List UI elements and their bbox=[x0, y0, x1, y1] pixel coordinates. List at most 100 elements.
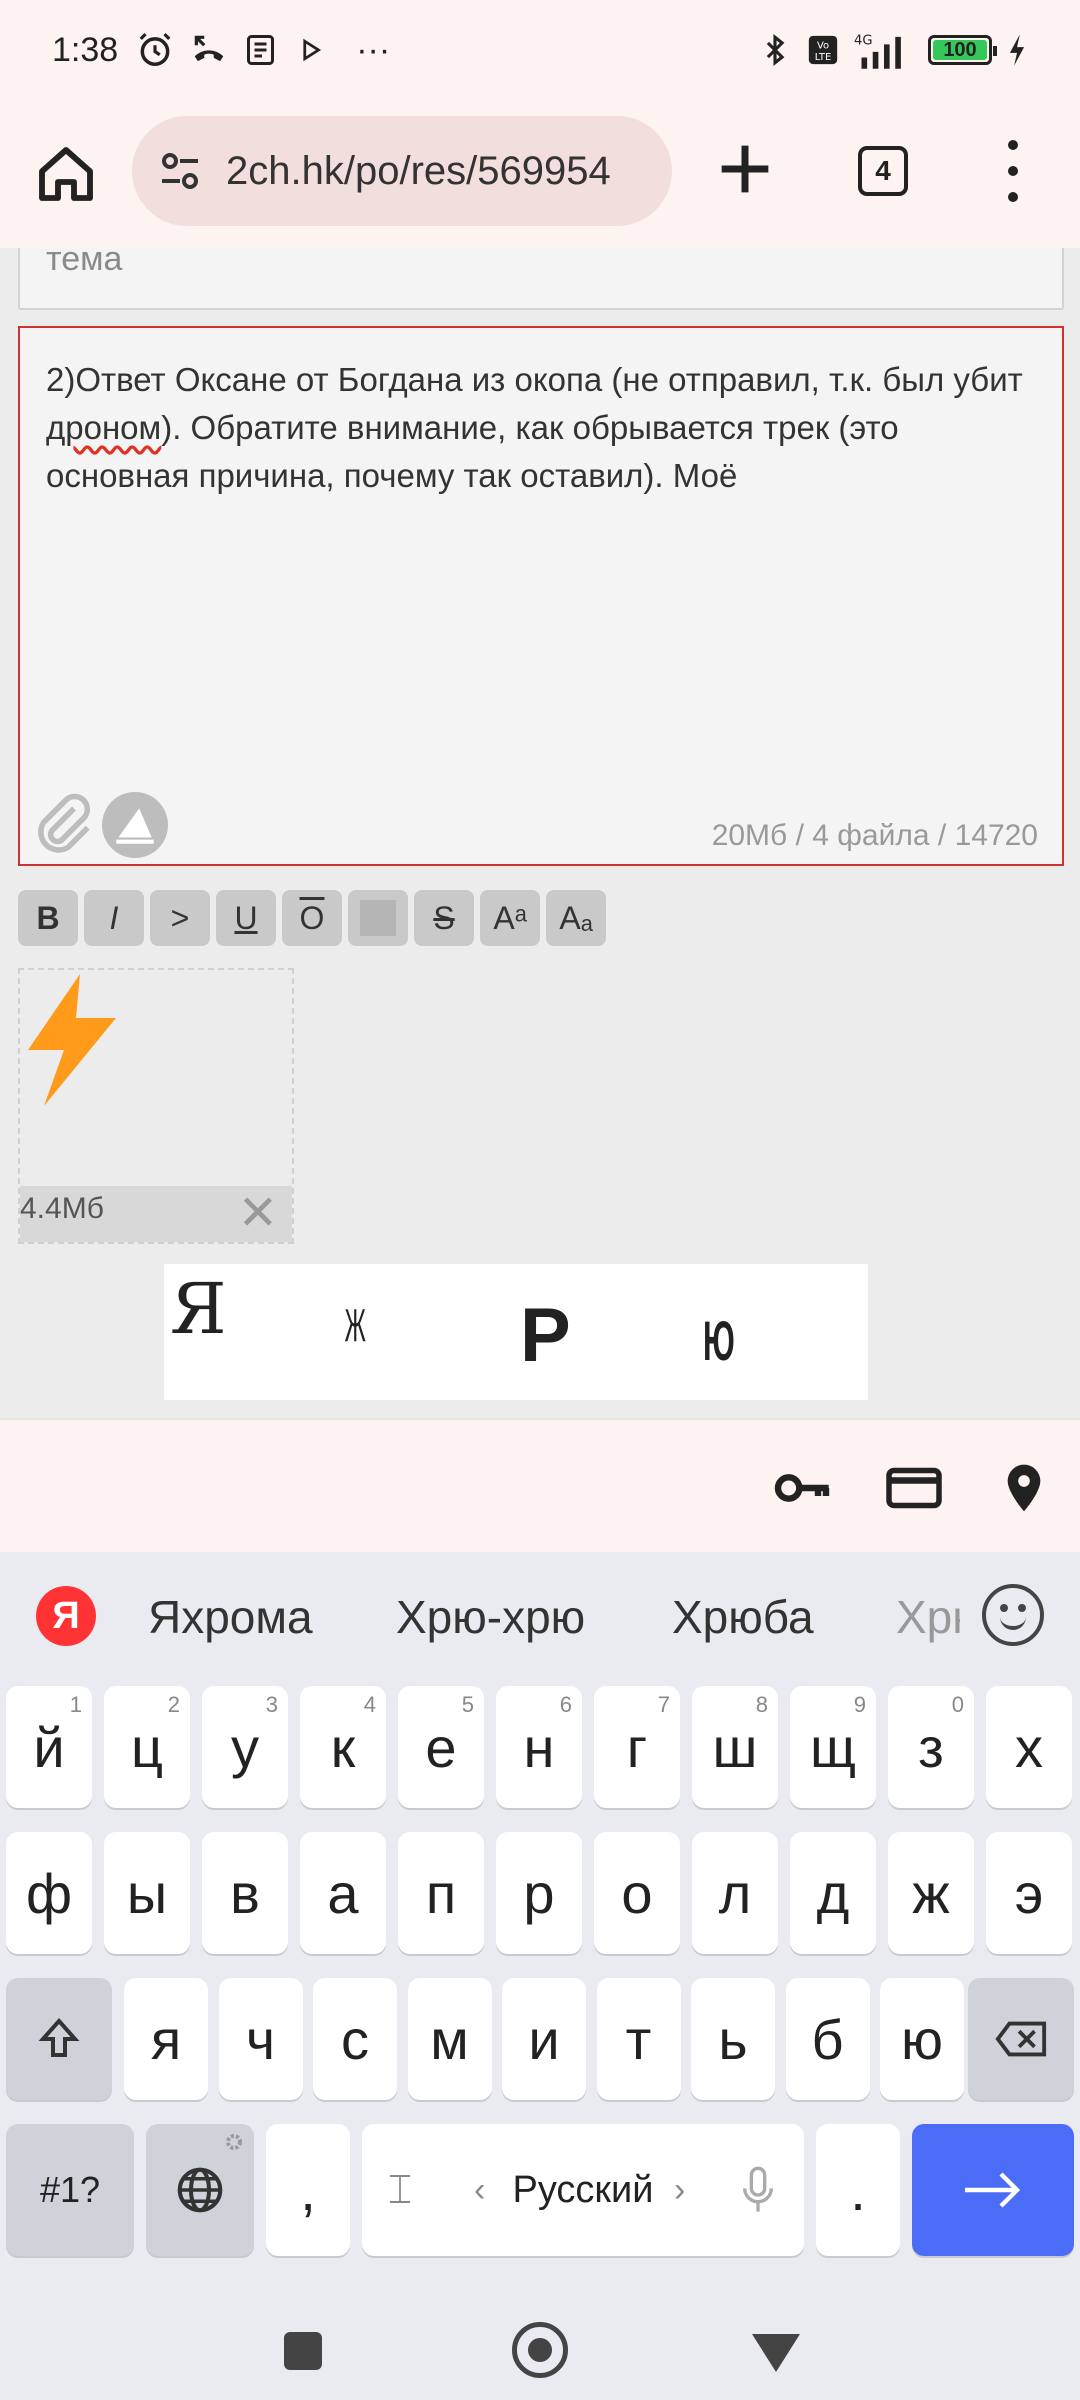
suggestion-bar: Я Яхрома Хрю-хрю Хрюба Хрю bbox=[0, 1552, 1080, 1682]
new-tab-button[interactable] bbox=[710, 134, 780, 204]
format-overline-button[interactable]: O bbox=[282, 890, 342, 946]
shift-key[interactable] bbox=[6, 1978, 112, 2100]
draw-button[interactable] bbox=[102, 792, 168, 858]
location-pin-icon bbox=[1007, 1464, 1041, 1512]
symbols-key[interactable]: #1? bbox=[6, 2124, 134, 2256]
arrow-right-icon bbox=[965, 2172, 1021, 2208]
key-label: й bbox=[33, 1715, 65, 1779]
remove-attachment-button[interactable]: ✕ bbox=[238, 1190, 278, 1238]
key-п[interactable]: п bbox=[398, 1832, 484, 1954]
key-и[interactable]: и bbox=[502, 1978, 586, 2100]
subject-input[interactable]: тема bbox=[18, 248, 1064, 310]
addresses-button[interactable] bbox=[992, 1456, 1056, 1520]
format-underline-button[interactable]: U bbox=[216, 890, 276, 946]
key-ш[interactable]: ш8 bbox=[692, 1686, 778, 1808]
key-о[interactable]: о bbox=[594, 1832, 680, 1954]
space-key[interactable]: ⌶ ‹ Русский › bbox=[362, 2124, 804, 2256]
format-superscript-button[interactable]: Aᵃ bbox=[480, 890, 540, 946]
home-button[interactable] bbox=[30, 138, 102, 210]
key-hint: 7 bbox=[657, 1692, 670, 1717]
key-т[interactable]: т bbox=[596, 1978, 681, 2100]
passwords-button[interactable] bbox=[770, 1456, 834, 1520]
globe-icon bbox=[177, 2167, 223, 2213]
suggestion-item[interactable]: Хрю bbox=[896, 1590, 960, 1644]
period-key[interactable]: . bbox=[816, 2124, 900, 2256]
page-content: тема 2)Ответ Оксане от Богдана из окопа … bbox=[0, 248, 1080, 1418]
subject-placeholder: тема bbox=[46, 248, 123, 278]
language-switch-key[interactable] bbox=[146, 2124, 254, 2256]
home-nav-button[interactable] bbox=[512, 2322, 568, 2378]
status-bar: 1:38 ··· Vo LTE 4G 100 bbox=[0, 0, 1080, 100]
more-notifications-icon: ··· bbox=[356, 30, 391, 69]
lightning-icon bbox=[28, 974, 116, 1106]
key-э[interactable]: э bbox=[986, 1832, 1072, 1954]
payment-methods-button[interactable] bbox=[882, 1456, 946, 1520]
key-ц[interactable]: ц2 bbox=[104, 1686, 190, 1808]
key-р[interactable]: р bbox=[496, 1832, 582, 1954]
back-button[interactable] bbox=[752, 2334, 800, 2372]
yandex-logo-button[interactable]: Я bbox=[36, 1586, 96, 1646]
key-г[interactable]: г7 bbox=[594, 1686, 680, 1808]
key-з[interactable]: з0 bbox=[888, 1686, 974, 1808]
enter-key[interactable] bbox=[912, 2124, 1074, 2256]
overflow-menu-button[interactable] bbox=[996, 140, 1030, 202]
key-е[interactable]: е5 bbox=[398, 1686, 484, 1808]
key-я[interactable]: я bbox=[124, 1978, 208, 2100]
comment-text-misspelled: дроном bbox=[46, 409, 162, 446]
key-д[interactable]: д bbox=[790, 1832, 876, 1954]
key-ж[interactable]: ж bbox=[888, 1832, 974, 1954]
svg-text:Vo: Vo bbox=[817, 41, 829, 52]
suggestion-item[interactable]: Хрюба bbox=[672, 1590, 814, 1644]
key-с[interactable]: с bbox=[313, 1978, 397, 2100]
tab-switcher-button[interactable]: 4 bbox=[858, 146, 908, 196]
key-ф[interactable]: ф bbox=[6, 1832, 92, 1954]
site-settings-button[interactable] bbox=[152, 143, 208, 199]
key-ю[interactable]: ю bbox=[880, 1978, 964, 2100]
key-label: а bbox=[327, 1861, 359, 1925]
svg-text:LTE: LTE bbox=[815, 52, 831, 63]
format-bold-button[interactable]: B bbox=[18, 890, 78, 946]
format-toolbar: B I > U O S Aᵃ Aₐ bbox=[18, 890, 606, 946]
suggestion-item[interactable]: Яхрома bbox=[148, 1590, 313, 1644]
key-й[interactable]: й1 bbox=[6, 1686, 92, 1808]
key-у[interactable]: у3 bbox=[202, 1686, 288, 1808]
comment-textarea[interactable]: 2)Ответ Оксане от Богдана из окопа (не о… bbox=[18, 326, 1064, 866]
suggestion-item[interactable]: Хрю-хрю bbox=[396, 1590, 585, 1644]
address-bar[interactable]: 2ch.hk/po/res/569954 bbox=[132, 116, 672, 226]
format-quote-button[interactable]: > bbox=[150, 890, 210, 946]
attach-file-button[interactable] bbox=[30, 792, 96, 858]
backspace-key[interactable] bbox=[968, 1978, 1074, 2100]
key-м[interactable]: м bbox=[407, 1978, 492, 2100]
key-label: т bbox=[625, 2007, 652, 2071]
format-subscript-button[interactable]: Aₐ bbox=[546, 890, 606, 946]
key-ы[interactable]: ы bbox=[104, 1832, 190, 1954]
key-в[interactable]: в bbox=[202, 1832, 288, 1954]
comma-key[interactable]: , bbox=[266, 2124, 350, 2256]
missed-call-icon bbox=[194, 35, 224, 62]
key-hint: 3 bbox=[265, 1692, 278, 1717]
key-label: , bbox=[300, 2158, 316, 2222]
key-label: к bbox=[330, 1715, 356, 1779]
key-label: ю bbox=[901, 2007, 943, 2071]
key-б[interactable]: б bbox=[785, 1978, 870, 2100]
key-ч[interactable]: ч bbox=[218, 1978, 303, 2100]
attachment-thumbnail[interactable]: 4.4Мб ✕ bbox=[18, 968, 294, 1244]
key-н[interactable]: н6 bbox=[496, 1686, 582, 1808]
credit-card-icon bbox=[886, 1467, 942, 1509]
recents-button[interactable] bbox=[284, 2332, 322, 2370]
key-icon bbox=[774, 1474, 830, 1502]
key-ь[interactable]: ь bbox=[691, 1978, 775, 2100]
key-hint: 5 bbox=[461, 1692, 474, 1717]
news-icon bbox=[247, 35, 275, 65]
key-к[interactable]: к4 bbox=[300, 1686, 386, 1808]
key-щ[interactable]: щ9 bbox=[790, 1686, 876, 1808]
key-а[interactable]: а bbox=[300, 1832, 386, 1954]
key-label: ы bbox=[126, 1861, 168, 1925]
emoji-icon[interactable] bbox=[982, 1584, 1044, 1646]
key-label: ч bbox=[245, 2007, 276, 2071]
key-л[interactable]: л bbox=[692, 1832, 778, 1954]
format-strike-button[interactable]: S bbox=[414, 890, 474, 946]
key-х[interactable]: х bbox=[986, 1686, 1072, 1808]
format-spoiler-button[interactable] bbox=[348, 890, 408, 946]
format-italic-button[interactable]: I bbox=[84, 890, 144, 946]
